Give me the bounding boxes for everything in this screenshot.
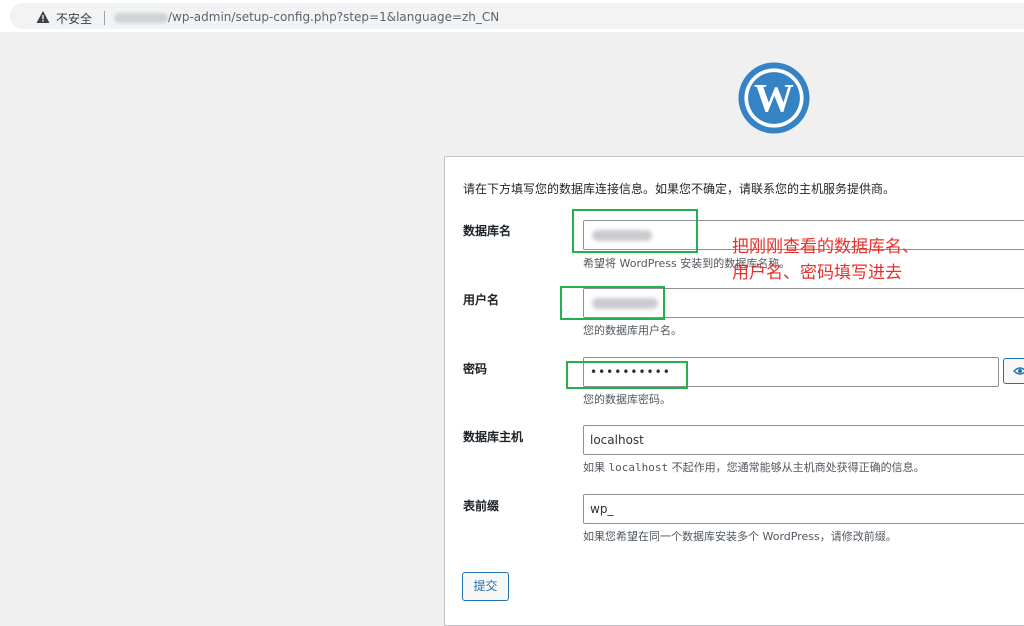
annotation-line-2: 用户名、密码填写进去 — [732, 263, 902, 283]
prefix-description: 如果您希望在同一个数据库安装多个 WordPress，请修改前缀。 — [583, 530, 897, 543]
browser-address-bar: 不安全 /wp-admin/setup-config.php?step=1&la… — [0, 0, 1024, 32]
blurred-hostname — [114, 13, 168, 23]
dbhost-desc-code: localhost — [608, 461, 669, 474]
show-password-button[interactable] — [1003, 358, 1024, 384]
eye-icon — [1013, 367, 1024, 375]
username-highlight-box — [560, 286, 665, 320]
prefix-label: 表前缀 — [463, 499, 500, 513]
dbhost-label: 数据库主机 — [463, 430, 524, 444]
wordpress-logo[interactable]: W — [737, 61, 811, 135]
username-description: 您的数据库用户名。 — [583, 324, 682, 337]
address-divider — [104, 11, 105, 25]
username-label: 用户名 — [463, 293, 500, 307]
dbhost-field[interactable]: localhost — [583, 425, 1024, 455]
dbname-highlight-box — [572, 209, 698, 253]
warning-icon[interactable] — [36, 10, 50, 24]
password-description: 您的数据库密码。 — [583, 393, 671, 406]
form-intro-text: 请在下方填写您的数据库连接信息。如果您不确定，请联系您的主机服务提供商。 — [463, 182, 896, 196]
dbhost-desc-suffix: 不起作用，您通常能够从主机商处获得正确的信息。 — [671, 461, 925, 474]
dbhost-desc-prefix: 如果 — [583, 461, 605, 474]
dbname-label: 数据库名 — [463, 224, 512, 238]
url-path[interactable]: /wp-admin/setup-config.php?step=1&langua… — [168, 10, 499, 24]
url-omnibox[interactable]: 不安全 /wp-admin/setup-config.php?step=1&la… — [10, 3, 1024, 29]
password-label: 密码 — [463, 362, 488, 376]
dbhost-description: 如果 localhost 不起作用，您通常能够从主机商处获得正确的信息。 — [583, 459, 925, 475]
prefix-field[interactable]: wp_ — [583, 494, 1024, 524]
password-highlight-box — [566, 361, 688, 389]
submit-button[interactable]: 提交 — [462, 572, 509, 601]
annotation-line-1: 把刚刚查看的数据库名、 — [732, 237, 919, 257]
svg-text:W: W — [754, 75, 794, 120]
security-status-label[interactable]: 不安全 — [56, 10, 92, 27]
